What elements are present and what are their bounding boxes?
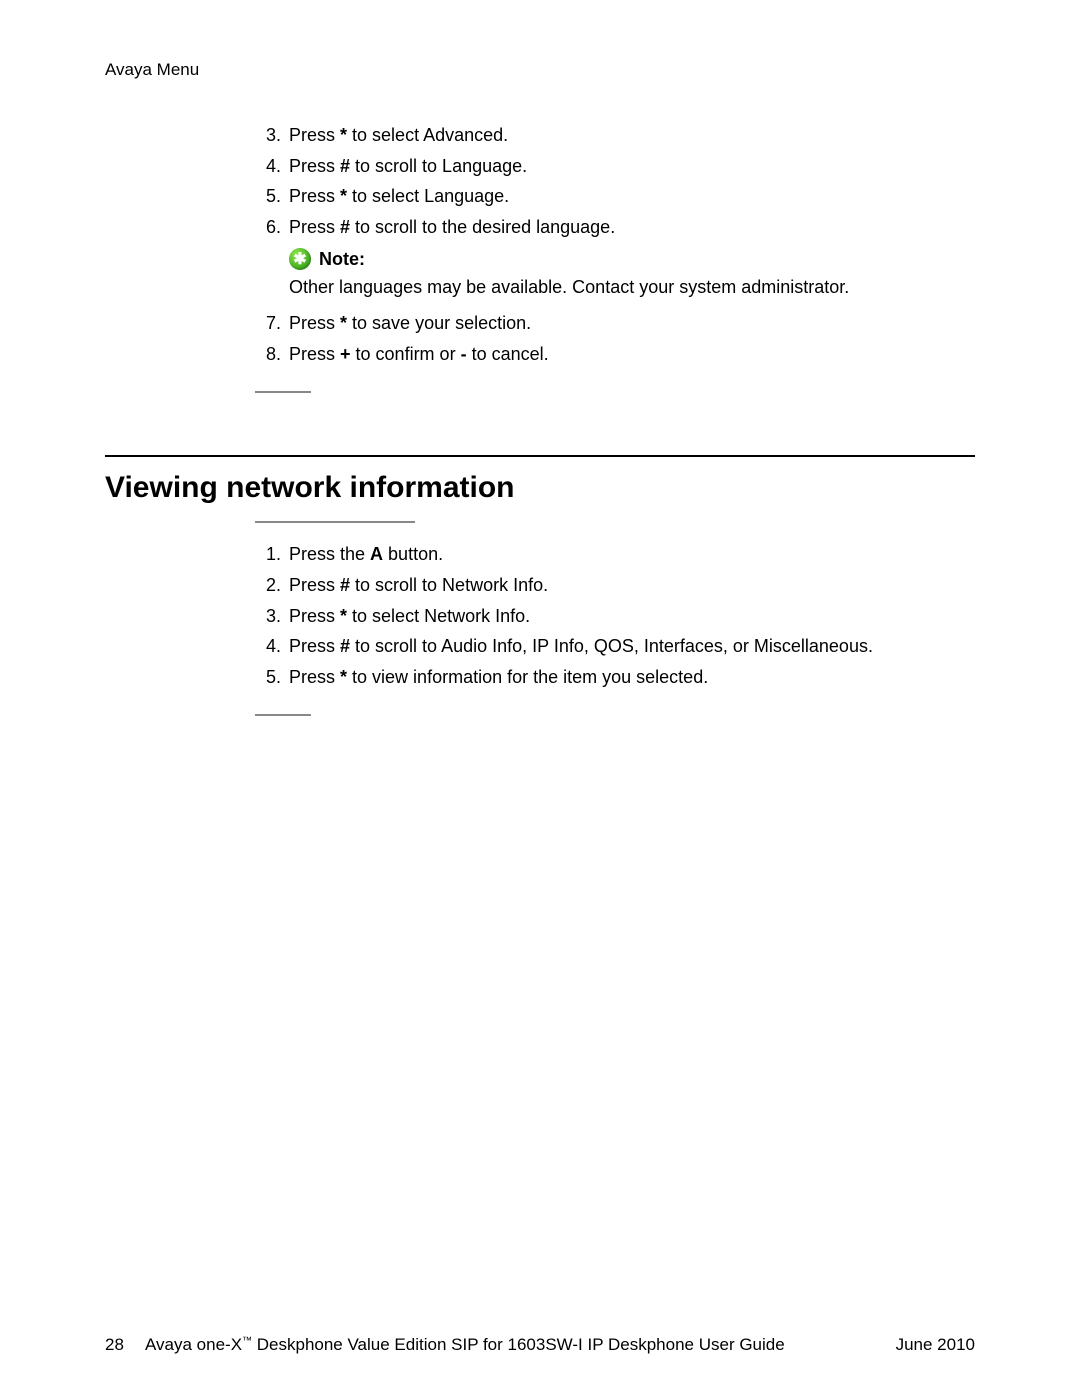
key-symbol: * xyxy=(340,125,347,145)
steps-block-language-cont: 7. Press * to save your selection. 8. Pr… xyxy=(255,308,975,369)
section-end-rule xyxy=(255,714,311,716)
note-label: Note: xyxy=(319,249,365,270)
page-header: Avaya Menu xyxy=(105,60,975,80)
step-number: 4. xyxy=(255,631,281,662)
step-item: 5. Press * to select Language. xyxy=(255,181,975,212)
note-body: Other languages may be available. Contac… xyxy=(289,274,975,302)
step-number: 4. xyxy=(255,151,281,182)
key-symbol: * xyxy=(340,313,347,333)
section-end-rule xyxy=(255,391,311,393)
section-title: Viewing network information xyxy=(105,471,975,505)
step-item: 8. Press + to confirm or - to cancel. xyxy=(255,339,975,370)
footer-date: June 2010 xyxy=(896,1335,975,1355)
step-item: 2. Press # to scroll to Network Info. xyxy=(255,570,975,601)
key-symbol: * xyxy=(340,186,347,206)
step-item: 7. Press * to save your selection. xyxy=(255,308,975,339)
step-number: 8. xyxy=(255,339,281,370)
step-item: 6. Press # to scroll to the desired lang… xyxy=(255,212,975,243)
steps-block-language: 3. Press * to select Advanced. 4. Press … xyxy=(255,120,975,242)
key-symbol: * xyxy=(340,667,347,687)
step-number: 5. xyxy=(255,662,281,693)
step-text: Press # to scroll to the desired languag… xyxy=(289,212,975,243)
step-text: Press * to select Language. xyxy=(289,181,975,212)
key-symbol: A xyxy=(370,544,383,564)
step-text: Press # to scroll to Audio Info, IP Info… xyxy=(289,631,975,662)
step-text: Press the A button. xyxy=(289,539,975,570)
steps-block-network: 1. Press the A button. 2. Press # to scr… xyxy=(255,539,975,692)
step-text: Press * to save your selection. xyxy=(289,308,975,339)
key-symbol: + xyxy=(340,344,351,364)
note-heading: ✱ Note: xyxy=(289,248,975,270)
step-number: 3. xyxy=(255,120,281,151)
step-text: Press + to confirm or - to cancel. xyxy=(289,339,975,370)
step-item: 1. Press the A button. xyxy=(255,539,975,570)
step-item: 4. Press # to scroll to Audio Info, IP I… xyxy=(255,631,975,662)
step-item: 5. Press * to view information for the i… xyxy=(255,662,975,693)
step-number: 7. xyxy=(255,308,281,339)
page-footer: 28 Avaya one-X™ Deskphone Value Edition … xyxy=(105,1335,975,1355)
step-text: Press * to select Network Info. xyxy=(289,601,975,632)
breadcrumb: Avaya Menu xyxy=(105,60,199,79)
trademark-symbol: ™ xyxy=(242,1335,252,1346)
step-text: Press * to view information for the item… xyxy=(289,662,975,693)
key-symbol: # xyxy=(340,636,350,656)
key-symbol: # xyxy=(340,156,350,176)
step-number: 1. xyxy=(255,539,281,570)
step-text: Press # to scroll to Language. xyxy=(289,151,975,182)
key-symbol: # xyxy=(340,217,350,237)
step-number: 5. xyxy=(255,181,281,212)
section-start-rule xyxy=(255,521,415,523)
step-number: 3. xyxy=(255,601,281,632)
step-text: Press # to scroll to Network Info. xyxy=(289,570,975,601)
step-item: 3. Press * to select Network Info. xyxy=(255,601,975,632)
note-callout: ✱ Note: Other languages may be available… xyxy=(289,248,975,302)
step-item: 3. Press * to select Advanced. xyxy=(255,120,975,151)
footer-doc-title: Avaya one-X™ Deskphone Value Edition SIP… xyxy=(145,1335,896,1355)
key-symbol: * xyxy=(340,606,347,626)
step-number: 6. xyxy=(255,212,281,243)
step-number: 2. xyxy=(255,570,281,601)
step-text: Press * to select Advanced. xyxy=(289,120,975,151)
document-page: Avaya Menu 3. Press * to select Advanced… xyxy=(0,0,1080,1397)
note-icon: ✱ xyxy=(289,248,311,270)
section-divider xyxy=(105,455,975,457)
step-item: 4. Press # to scroll to Language. xyxy=(255,151,975,182)
page-number: 28 xyxy=(105,1335,145,1355)
key-symbol: # xyxy=(340,575,350,595)
